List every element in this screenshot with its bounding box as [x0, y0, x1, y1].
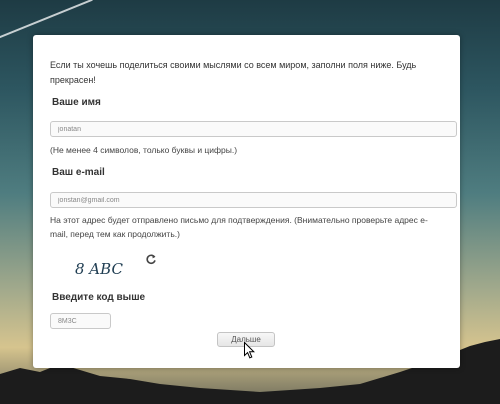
captcha-image: 8 ABC	[75, 260, 123, 278]
email-hint: На этот адрес будет отправлено письмо дл…	[50, 215, 428, 239]
captcha-code-input[interactable]	[50, 313, 111, 329]
form-intro-text: Если ты хочешь поделиться своими мыслями…	[50, 60, 417, 85]
code-label: Введите код выше	[52, 292, 146, 303]
name-hint: (Не менее 4 символов, только буквы и циф…	[50, 145, 238, 155]
captcha-text: 8 ABC	[75, 260, 123, 278]
mouse-cursor-icon	[244, 342, 255, 359]
email-label: Ваш e-mail	[52, 167, 105, 178]
registration-form: Если ты хочешь поделиться своими мыслями…	[33, 35, 460, 368]
email-input[interactable]	[50, 192, 457, 208]
name-label: Ваше имя	[52, 97, 101, 108]
refresh-icon[interactable]	[145, 253, 157, 265]
name-input[interactable]	[50, 121, 457, 137]
